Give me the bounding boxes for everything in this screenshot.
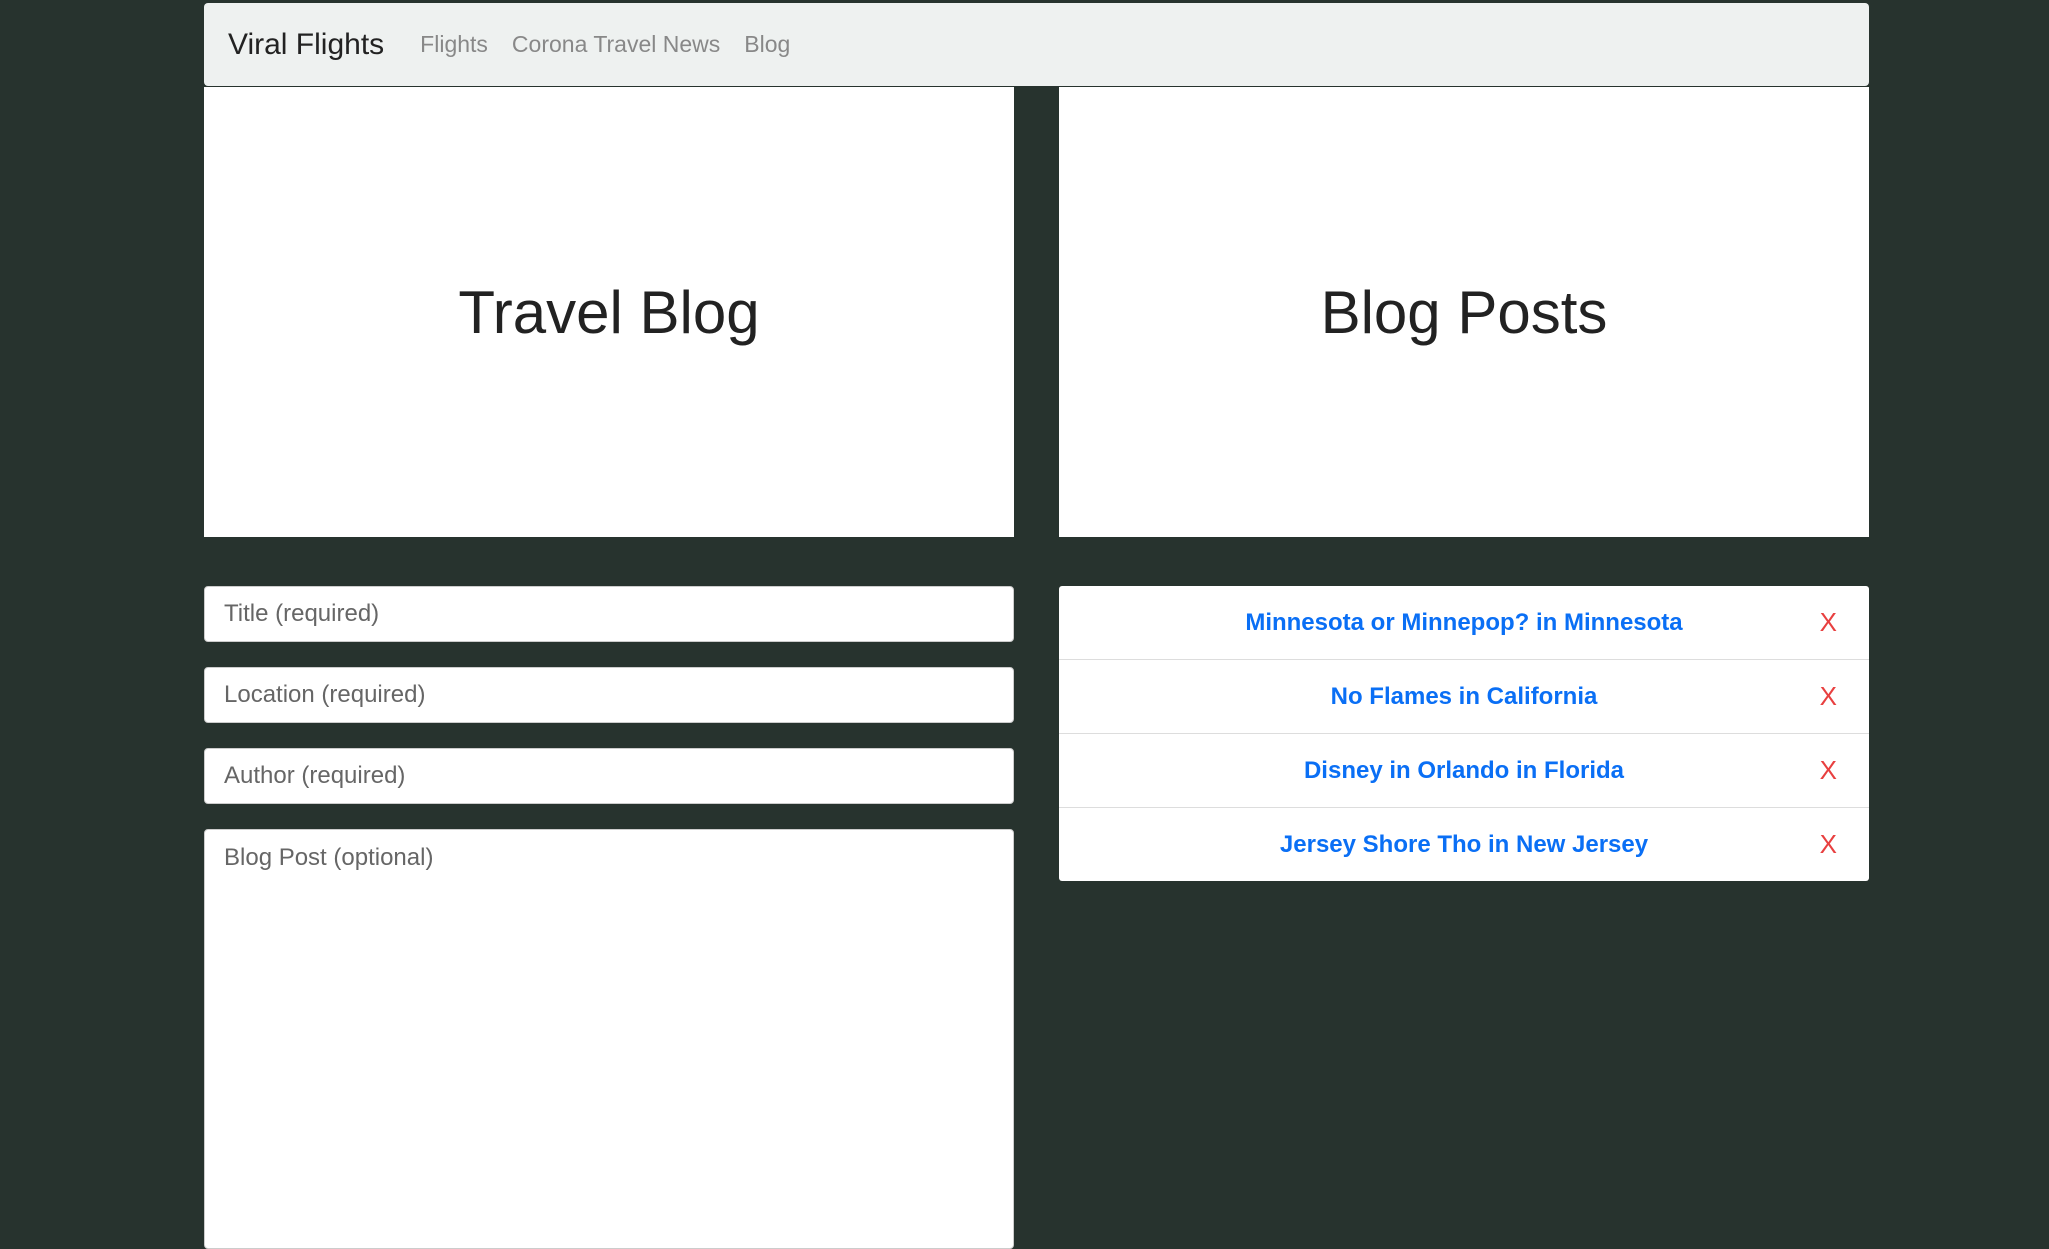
navbar: Viral Flights Flights Corona Travel News… xyxy=(204,3,1869,86)
nav-blog[interactable]: Blog xyxy=(744,31,790,58)
title-input[interactable] xyxy=(204,586,1014,642)
delete-icon[interactable]: X xyxy=(1820,829,1837,860)
list-item: Disney in Orlando in Florida X xyxy=(1059,734,1869,808)
brand[interactable]: Viral Flights xyxy=(228,28,384,62)
delete-icon[interactable]: X xyxy=(1820,755,1837,786)
blog-post-list: Minnesota or Minnepop? in Minnesota X No … xyxy=(1059,586,1869,881)
list-item: No Flames in California X xyxy=(1059,660,1869,734)
post-link[interactable]: Jersey Shore Tho in New Jersey xyxy=(1280,831,1648,859)
travel-blog-header: Travel Blog xyxy=(204,87,1014,537)
location-input[interactable] xyxy=(204,667,1014,723)
nav-corona-news[interactable]: Corona Travel News xyxy=(512,31,720,58)
post-link[interactable]: Disney in Orlando in Florida xyxy=(1304,757,1624,785)
author-input[interactable] xyxy=(204,748,1014,804)
blog-posts-header: Blog Posts xyxy=(1059,87,1869,537)
nav-flights[interactable]: Flights xyxy=(420,31,488,58)
blog-post-textarea[interactable] xyxy=(204,829,1014,1249)
delete-icon[interactable]: X xyxy=(1820,681,1837,712)
post-link[interactable]: Minnesota or Minnepop? in Minnesota xyxy=(1245,609,1682,637)
delete-icon[interactable]: X xyxy=(1820,607,1837,638)
list-item: Jersey Shore Tho in New Jersey X xyxy=(1059,808,1869,881)
list-item: Minnesota or Minnepop? in Minnesota X xyxy=(1059,586,1869,660)
post-link[interactable]: No Flames in California xyxy=(1331,683,1598,711)
